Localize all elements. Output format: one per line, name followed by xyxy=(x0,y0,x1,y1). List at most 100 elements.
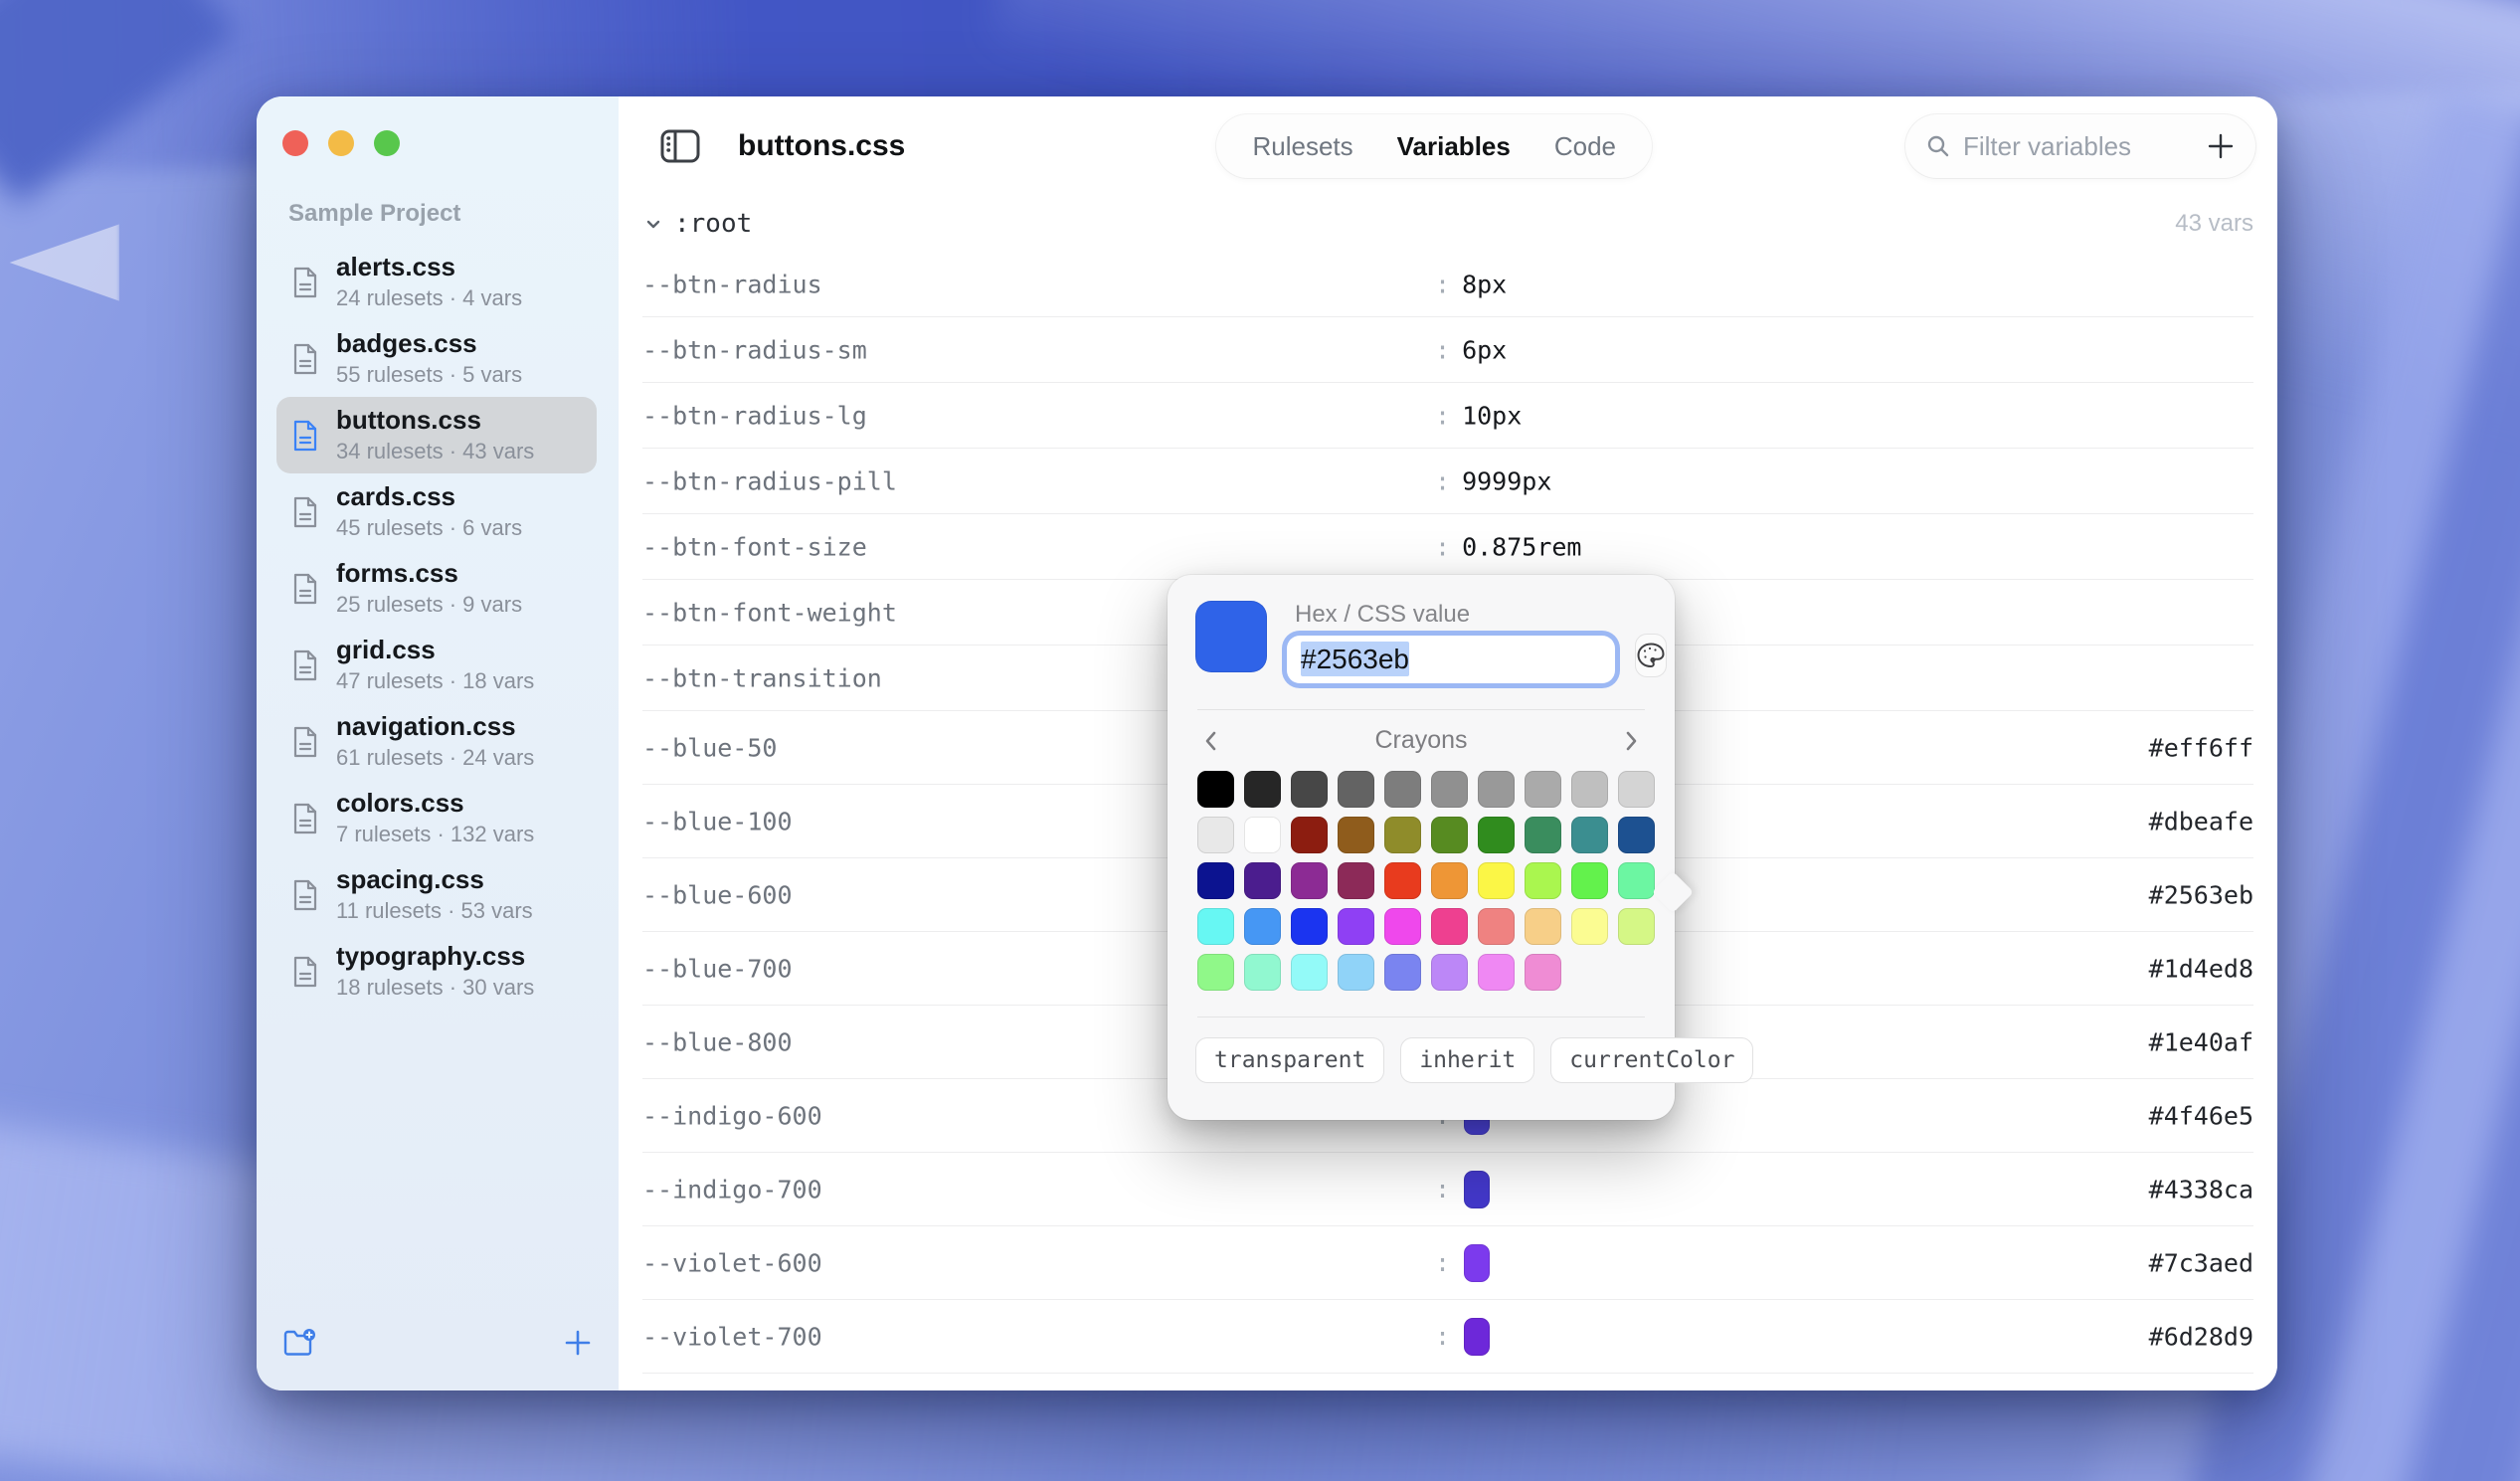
close-window-button[interactable] xyxy=(282,130,308,156)
scope-row[interactable]: :root 43 vars xyxy=(642,196,2253,252)
color-swatch[interactable] xyxy=(1464,1244,1490,1282)
chevron-down-icon[interactable] xyxy=(642,213,664,235)
sidebar-item-navigation[interactable]: navigation.css 61 rulesets · 24 vars xyxy=(276,703,597,780)
crayon-swatch[interactable] xyxy=(1291,817,1328,853)
crayon-swatch[interactable] xyxy=(1618,862,1655,899)
crayon-swatch[interactable] xyxy=(1525,908,1561,945)
sidebar-item-forms[interactable]: forms.css 25 rulesets · 9 vars xyxy=(276,550,597,627)
crayon-swatch[interactable] xyxy=(1478,908,1515,945)
crayon-swatch[interactable] xyxy=(1384,908,1421,945)
crayon-swatch[interactable] xyxy=(1571,771,1608,808)
crayon-swatch[interactable] xyxy=(1571,817,1608,853)
file-meta: 24 rulesets · 4 vars xyxy=(336,285,522,310)
sidebar-item-typography[interactable]: typography.css 18 rulesets · 30 vars xyxy=(276,933,597,1010)
crayon-swatch[interactable] xyxy=(1431,771,1468,808)
crayon-swatch[interactable] xyxy=(1244,954,1281,991)
crayon-swatch[interactable] xyxy=(1244,771,1281,808)
crayon-swatch[interactable] xyxy=(1525,771,1561,808)
color-swatch[interactable] xyxy=(1464,1171,1490,1208)
variable-row[interactable]: --btn-font-size: 0.875rem xyxy=(642,514,2253,580)
sidebar-item-spacing[interactable]: spacing.css 11 rulesets · 53 vars xyxy=(276,856,597,933)
sidebar-toggle-button[interactable] xyxy=(644,110,716,182)
variable-row[interactable]: --btn-radius-pill: 9999px xyxy=(642,449,2253,514)
crayon-swatch[interactable] xyxy=(1338,862,1374,899)
keyword-button-transparent[interactable]: transparent xyxy=(1195,1037,1384,1083)
keyword-button-currentcolor[interactable]: currentColor xyxy=(1550,1037,1753,1083)
variable-row[interactable]: --btn-radius-sm: 6px xyxy=(642,317,2253,383)
sidebar-item-colors[interactable]: colors.css 7 rulesets · 132 vars xyxy=(276,780,597,856)
file-meta: 55 rulesets · 5 vars xyxy=(336,362,522,387)
add-variable-icon[interactable] xyxy=(2206,131,2236,161)
previous-palette-icon[interactable] xyxy=(1195,728,1227,754)
hex-input[interactable]: #2563eb xyxy=(1287,636,1615,683)
file-name: navigation.css xyxy=(336,712,534,742)
colon: : xyxy=(1435,270,1450,298)
sidebar-item-buttons[interactable]: buttons.css 34 rulesets · 43 vars xyxy=(276,397,597,473)
palette-button[interactable] xyxy=(1635,634,1667,677)
crayon-swatch[interactable] xyxy=(1338,771,1374,808)
filter-field[interactable]: Filter variables xyxy=(1905,114,2255,178)
variable-name: --blue-50 xyxy=(642,733,777,762)
crayon-swatch[interactable] xyxy=(1384,862,1421,899)
crayon-swatch[interactable] xyxy=(1525,954,1561,991)
crayon-swatch[interactable] xyxy=(1525,862,1561,899)
crayon-swatch[interactable] xyxy=(1291,908,1328,945)
tab-variables[interactable]: Variables xyxy=(1375,131,1532,162)
document-title: buttons.css xyxy=(738,129,905,163)
crayon-swatch[interactable] xyxy=(1197,862,1234,899)
crayon-swatch[interactable] xyxy=(1384,954,1421,991)
crayon-swatch[interactable] xyxy=(1431,908,1468,945)
main-header: buttons.css RulesetsVariablesCode Filter… xyxy=(619,96,2277,196)
sidebar-item-cards[interactable]: cards.css 45 rulesets · 6 vars xyxy=(276,473,597,550)
variable-hex-value: #dbeafe xyxy=(2149,807,2253,835)
minimize-window-button[interactable] xyxy=(328,130,354,156)
crayon-swatch[interactable] xyxy=(1197,908,1234,945)
crayon-swatch[interactable] xyxy=(1618,908,1655,945)
crayon-swatch[interactable] xyxy=(1291,862,1328,899)
crayon-swatch[interactable] xyxy=(1338,954,1374,991)
crayon-swatch[interactable] xyxy=(1478,817,1515,853)
crayon-swatch[interactable] xyxy=(1618,817,1655,853)
crayon-swatch[interactable] xyxy=(1525,817,1561,853)
variable-row[interactable]: --violet-600: #7c3aed xyxy=(642,1226,2253,1300)
crayon-swatch[interactable] xyxy=(1338,908,1374,945)
crayon-swatch[interactable] xyxy=(1478,771,1515,808)
crayon-swatch[interactable] xyxy=(1291,954,1328,991)
crayon-swatch[interactable] xyxy=(1571,908,1608,945)
hex-input-value[interactable]: #2563eb xyxy=(1301,642,1409,676)
variable-hex-value: #2563eb xyxy=(2149,880,2253,909)
hex-field-label: Hex / CSS value xyxy=(1295,601,1615,629)
crayon-swatch[interactable] xyxy=(1618,771,1655,808)
variable-row[interactable]: --btn-radius-lg: 10px xyxy=(642,383,2253,449)
crayon-swatch[interactable] xyxy=(1244,862,1281,899)
crayon-swatch[interactable] xyxy=(1571,862,1608,899)
sidebar-item-grid[interactable]: grid.css 47 rulesets · 18 vars xyxy=(276,627,597,703)
variable-row[interactable]: --btn-radius: 8px xyxy=(642,252,2253,317)
crayon-swatch[interactable] xyxy=(1291,771,1328,808)
crayon-swatch[interactable] xyxy=(1197,771,1234,808)
tab-code[interactable]: Code xyxy=(1532,131,1638,162)
keyword-button-inherit[interactable]: inherit xyxy=(1400,1037,1534,1083)
new-folder-icon[interactable] xyxy=(282,1327,318,1359)
add-file-icon[interactable] xyxy=(563,1328,593,1358)
crayon-swatch[interactable] xyxy=(1431,954,1468,991)
crayon-swatch[interactable] xyxy=(1244,908,1281,945)
crayon-swatch[interactable] xyxy=(1431,817,1468,853)
variable-row[interactable]: --violet-700: #6d28d9 xyxy=(642,1300,2253,1374)
crayon-swatch[interactable] xyxy=(1431,862,1468,899)
crayon-swatch[interactable] xyxy=(1478,862,1515,899)
variable-row[interactable]: --indigo-700: #4338ca xyxy=(642,1153,2253,1226)
crayon-swatch[interactable] xyxy=(1478,954,1515,991)
sidebar-item-alerts[interactable]: alerts.css 24 rulesets · 4 vars xyxy=(276,244,597,320)
next-palette-icon[interactable] xyxy=(1615,728,1647,754)
crayon-swatch[interactable] xyxy=(1384,771,1421,808)
crayon-swatch[interactable] xyxy=(1384,817,1421,853)
zoom-window-button[interactable] xyxy=(374,130,400,156)
color-swatch[interactable] xyxy=(1464,1318,1490,1356)
tab-rulesets[interactable]: Rulesets xyxy=(1230,131,1374,162)
sidebar-item-badges[interactable]: badges.css 55 rulesets · 5 vars xyxy=(276,320,597,397)
crayon-swatch[interactable] xyxy=(1244,817,1281,853)
crayon-swatch[interactable] xyxy=(1197,817,1234,853)
crayon-swatch[interactable] xyxy=(1197,954,1234,991)
crayon-swatch[interactable] xyxy=(1338,817,1374,853)
